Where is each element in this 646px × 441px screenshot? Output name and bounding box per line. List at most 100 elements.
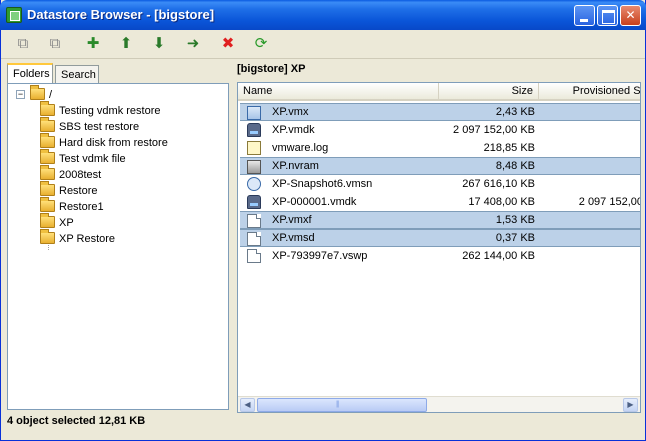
refresh-button[interactable]: ⟳ xyxy=(249,33,273,55)
new-folder-icon: ✚ xyxy=(86,35,100,52)
folder-icon xyxy=(40,101,55,116)
file-row[interactable]: XP-Snapshot6.vmsn 267 616,10 KB xyxy=(240,175,640,193)
file-row[interactable]: XP-000001.vmdk 17 408,00 KB 2 097 152,00 xyxy=(240,193,640,211)
minimize-button[interactable] xyxy=(574,5,595,26)
file-size: 8,48 KB xyxy=(495,160,535,172)
file-row[interactable]: vmware.log 218,85 KB xyxy=(240,139,640,157)
doc-file-icon xyxy=(247,232,261,246)
scroll-right-button[interactable]: ▶ xyxy=(623,398,638,412)
copy-button[interactable]: ⧉ xyxy=(11,33,35,55)
doc-file-icon xyxy=(247,249,261,263)
folder-icon xyxy=(40,197,55,212)
column-size[interactable]: Size xyxy=(439,83,539,101)
delete-button[interactable]: ✖ xyxy=(216,33,240,55)
folder-tree: − / Testing vdmk restore SBS test restore… xyxy=(7,83,229,410)
delete-icon: ✖ xyxy=(221,35,235,52)
upload-icon: ⬆ xyxy=(119,35,133,52)
file-row[interactable]: XP.vmxf 1,53 KB xyxy=(240,211,640,229)
file-name: XP.vmxf xyxy=(272,214,312,226)
tree-folder-item[interactable]: Hard disk from restore xyxy=(40,133,168,151)
upload-button[interactable]: ⬆ xyxy=(114,33,138,55)
refresh-icon: ⟳ xyxy=(254,35,268,52)
tree-folder-item[interactable]: Restore1 xyxy=(40,197,104,215)
file-name: XP.vmdk xyxy=(272,124,315,136)
toolbar: ⧉ ⧉ ✚ ⬆ ⬇ ➜ ✖ ⟳ xyxy=(1,30,645,59)
file-name: XP.vmsd xyxy=(272,232,315,244)
paste-button[interactable]: ⧉ xyxy=(43,33,67,55)
collapse-icon[interactable]: − xyxy=(16,90,25,99)
tree-folder-label: XP xyxy=(59,217,74,229)
status-bar: 4 object selected 12,81 KB xyxy=(7,415,146,427)
disk-file-icon xyxy=(247,123,261,137)
folder-icon xyxy=(40,165,55,180)
tree-root-label: / xyxy=(49,89,53,101)
folder-icon xyxy=(40,133,55,148)
tab-search[interactable]: Search xyxy=(55,65,99,83)
folder-icon xyxy=(40,181,55,196)
file-row[interactable]: XP.vmx 2,43 KB xyxy=(240,103,640,121)
file-name: XP-000001.vmdk xyxy=(272,196,357,208)
file-list: Name Size Provisioned Si ◀ ▶ XP.vmx 2,43 … xyxy=(237,82,641,413)
file-size: 0,37 KB xyxy=(495,232,535,244)
disk-file-icon xyxy=(247,195,261,209)
file-name: XP.vmx xyxy=(272,106,309,118)
new-folder-button[interactable]: ✚ xyxy=(81,33,105,55)
tree-folder-label: Hard disk from restore xyxy=(59,137,168,149)
folder-icon xyxy=(40,229,55,244)
tree-folder-item[interactable]: Testing vdmk restore xyxy=(40,101,161,119)
move-icon: ➜ xyxy=(186,35,200,52)
title-bar[interactable]: Datastore Browser - [bigstore] ✕ xyxy=(0,0,646,30)
file-size: 262 144,00 KB xyxy=(462,250,535,262)
tree-folder-label: Testing vdmk restore xyxy=(59,105,161,117)
tree-folder-item[interactable]: SBS test restore xyxy=(40,117,140,135)
file-name: XP.nvram xyxy=(272,160,319,172)
tree-folder-item[interactable]: XP Restore xyxy=(40,229,116,247)
file-provisioned-size: 2 097 152,00 xyxy=(578,196,641,208)
tab-folders[interactable]: Folders xyxy=(7,63,53,84)
column-header: Name Size Provisioned Si xyxy=(238,83,640,101)
tree-folder-label: SBS test restore xyxy=(59,121,140,133)
datastore-browser-window: Datastore Browser - [bigstore] ✕ ⧉ ⧉ ✚ ⬆ ⬇ ➜ ✖… xyxy=(0,0,646,441)
tree-folder-label: Restore1 xyxy=(59,201,104,213)
file-name: vmware.log xyxy=(272,142,329,154)
log-file-icon xyxy=(247,141,261,155)
tree-folder-label: 2008test xyxy=(59,169,102,181)
file-row[interactable]: XP-793997e7.vswp 262 144,00 KB xyxy=(240,247,640,265)
column-name[interactable]: Name xyxy=(238,83,439,101)
file-name: XP-793997e7.vswp xyxy=(272,250,368,262)
file-size: 17 408,00 KB xyxy=(468,196,535,208)
file-size: 2,43 KB xyxy=(495,106,535,118)
file-row[interactable]: XP.vmdk 2 097 152,00 KB xyxy=(240,121,640,139)
file-row[interactable]: XP.vmsd 0,37 KB xyxy=(240,229,640,247)
column-provisioned[interactable]: Provisioned Si xyxy=(539,83,640,101)
file-row[interactable]: XP.nvram 8,48 KB xyxy=(240,157,640,175)
scroll-left-button[interactable]: ◀ xyxy=(240,398,255,412)
copy-icon: ⧉ xyxy=(17,35,29,52)
file-size: 218,85 KB xyxy=(483,142,535,154)
download-icon: ⬇ xyxy=(152,35,166,52)
folder-icon xyxy=(40,117,55,132)
vm-file-icon xyxy=(247,106,261,120)
folder-icon xyxy=(30,85,45,100)
current-path: [bigstore] XP xyxy=(237,63,306,75)
tree-folder-label: XP Restore xyxy=(59,233,116,245)
snap-file-icon xyxy=(247,177,261,191)
folder-icon xyxy=(40,213,55,228)
paste-icon: ⧉ xyxy=(49,35,61,52)
folder-icon xyxy=(40,149,55,164)
close-button[interactable]: ✕ xyxy=(620,5,641,26)
tree-folder-item[interactable]: 2008test xyxy=(40,165,102,183)
nvram-file-icon xyxy=(247,160,261,174)
file-size: 2 097 152,00 KB xyxy=(453,124,535,136)
doc-file-icon xyxy=(247,214,261,228)
download-button[interactable]: ⬇ xyxy=(147,33,171,55)
tree-folder-item[interactable]: Test vdmk file xyxy=(40,149,126,167)
app-icon xyxy=(6,7,22,23)
maximize-button[interactable] xyxy=(597,5,618,26)
file-name: XP-Snapshot6.vmsn xyxy=(272,178,373,190)
move-button[interactable]: ➜ xyxy=(181,33,205,55)
scroll-thumb[interactable] xyxy=(257,398,427,412)
window-title: Datastore Browser - [bigstore] xyxy=(27,7,215,22)
file-size: 1,53 KB xyxy=(495,214,535,226)
horizontal-scrollbar[interactable]: ◀ ▶ xyxy=(238,396,640,412)
